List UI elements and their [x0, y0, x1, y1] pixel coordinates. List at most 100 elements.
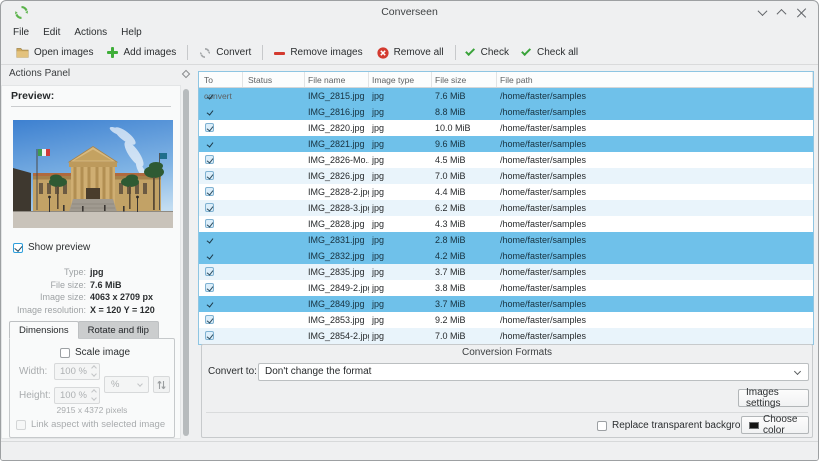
tab-rotate-and-flip[interactable]: Rotate and flip [78, 321, 159, 339]
image-type-cell: jpg [369, 280, 432, 296]
table-row[interactable]: IMG_2828-3.jpgjpg6.2 MiB/home/faster/sam… [199, 200, 813, 216]
file-size-cell: 10.0 MiB [432, 120, 497, 136]
unit-combobox[interactable]: % [104, 376, 149, 393]
convert-to-combobox[interactable]: Don't change the format [258, 363, 809, 381]
to-convert-cell [199, 280, 243, 296]
row-checkbox[interactable] [205, 299, 214, 308]
row-checkbox[interactable] [205, 123, 214, 132]
table-row[interactable]: IMG_2849-2.jpgjpg3.8 MiB/home/faster/sam… [199, 280, 813, 296]
remove-images-button[interactable]: Remove images [267, 44, 369, 61]
row-checkbox[interactable] [205, 283, 214, 292]
menu-actions[interactable]: Actions [67, 25, 114, 40]
row-checkbox[interactable] [205, 267, 214, 276]
image-type-cell: jpg [369, 152, 432, 168]
table-row[interactable]: IMG_2849.jpgjpg3.7 MiB/home/faster/sampl… [199, 296, 813, 312]
column-header[interactable]: File path [497, 72, 813, 87]
table-row[interactable]: IMG_2826.jpgjpg7.0 MiB/home/faster/sampl… [199, 168, 813, 184]
table-row[interactable]: IMG_2853.jpgjpg9.2 MiB/home/faster/sampl… [199, 312, 813, 328]
window-title: Converseen [1, 6, 818, 18]
column-header[interactable]: Image type [369, 72, 432, 87]
image-type-cell: jpg [369, 216, 432, 232]
tab-dimensions[interactable]: Dimensions [9, 321, 79, 339]
row-checkbox[interactable] [205, 219, 214, 228]
menu-edit[interactable]: Edit [36, 25, 67, 40]
width-label: Width: [19, 366, 47, 377]
status-cell [243, 184, 305, 200]
check-icon [521, 46, 531, 56]
image-type-cell: jpg [369, 264, 432, 280]
show-preview-checkbox[interactable]: Show preview [13, 242, 90, 253]
row-checkbox[interactable] [205, 235, 214, 244]
column-header[interactable]: File name [305, 72, 369, 87]
status-cell [243, 312, 305, 328]
preview-divider [11, 106, 171, 107]
row-checkbox[interactable] [205, 91, 214, 100]
image-type-cell: jpg [369, 232, 432, 248]
table-row[interactable]: IMG_2831.jpgjpg2.8 MiB/home/faster/sampl… [199, 232, 813, 248]
window-controls [759, 1, 806, 24]
file-path-cell: /home/faster/samples [497, 152, 813, 168]
table-row[interactable]: IMG_2815.jpgjpg7.6 MiB/home/faster/sampl… [199, 88, 813, 104]
file-name-cell: IMG_2816.jpg [305, 104, 369, 120]
table-row[interactable]: IMG_2821.jpgjpg9.6 MiB/home/faster/sampl… [199, 136, 813, 152]
choose-color-button[interactable]: Choose color [741, 416, 809, 434]
toolbar-separator [262, 45, 263, 60]
minimize-icon[interactable] [758, 6, 768, 16]
row-checkbox[interactable] [205, 139, 214, 148]
actions-panel: Actions Panel Preview: [1, 65, 197, 440]
row-checkbox[interactable] [205, 171, 214, 180]
row-checkbox[interactable] [205, 155, 214, 164]
plus-icon [107, 47, 118, 58]
file-name-cell: IMG_2820.jpg [305, 120, 369, 136]
table-row[interactable]: IMG_2832.jpgjpg4.2 MiB/home/faster/sampl… [199, 248, 813, 264]
dock-scrollbar[interactable] [183, 89, 189, 436]
spinner-arrows-icon[interactable] [92, 366, 96, 376]
file-size-cell: 9.2 MiB [432, 312, 497, 328]
file-name-cell: IMG_2821.jpg [305, 136, 369, 152]
table-row[interactable]: IMG_2854-2.jpgjpg7.0 MiB/home/faster/sam… [199, 328, 813, 344]
column-header[interactable]: File size [432, 72, 497, 87]
table-row[interactable]: IMG_2828.jpgjpg4.3 MiB/home/faster/sampl… [199, 216, 813, 232]
table-row[interactable]: IMG_2835.jpgjpg3.7 MiB/home/faster/sampl… [199, 264, 813, 280]
column-header[interactable]: Status [243, 72, 305, 87]
dock-float-icon[interactable] [182, 70, 190, 78]
row-checkbox[interactable] [205, 315, 214, 324]
add-images-button[interactable]: Add images [100, 44, 183, 61]
remove-all-button[interactable]: Remove all [370, 44, 451, 62]
convert-button[interactable]: Convert [192, 44, 258, 62]
replace-background-checkbox[interactable]: Replace transparent background [597, 420, 757, 431]
close-icon[interactable] [797, 8, 806, 17]
check-button[interactable]: Check [460, 44, 516, 61]
images-settings-button[interactable]: Images settings [738, 389, 809, 407]
row-checkbox[interactable] [205, 203, 214, 212]
row-checkbox[interactable] [205, 331, 214, 340]
preview-heading: Preview: [11, 90, 54, 102]
table-row[interactable]: IMG_2816.jpgjpg8.8 MiB/home/faster/sampl… [199, 104, 813, 120]
checkbox-icon [60, 348, 70, 358]
file-path-cell: /home/faster/samples [497, 216, 813, 232]
table-row[interactable]: IMG_2826-Mo...jpg4.5 MiB/home/faster/sam… [199, 152, 813, 168]
check-all-button[interactable]: Check all [516, 44, 585, 61]
height-spinner[interactable]: 100 % [54, 387, 100, 404]
table-row[interactable]: IMG_2820.jpgjpg10.0 MiB/home/faster/samp… [199, 120, 813, 136]
to-convert-cell [199, 216, 243, 232]
link-aspect-checkbox[interactable]: Link aspect with selected image [16, 419, 165, 430]
row-checkbox[interactable] [205, 251, 214, 260]
reset-dimensions-button[interactable] [153, 376, 170, 393]
row-checkbox[interactable] [205, 107, 214, 116]
row-checkbox[interactable] [205, 187, 214, 196]
scale-image-checkbox[interactable]: Scale image [60, 347, 130, 358]
conversion-formats-title: Conversion Formats [202, 347, 812, 358]
file-name-cell: IMG_2826.jpg [305, 168, 369, 184]
open-images-button[interactable]: Open images [9, 44, 100, 61]
menu-help[interactable]: Help [114, 25, 149, 40]
column-header[interactable]: To convert [199, 72, 243, 87]
spinner-arrows-icon[interactable] [92, 390, 96, 400]
width-spinner[interactable]: 100 % [54, 363, 100, 380]
image-type-cell: jpg [369, 88, 432, 104]
menu-file[interactable]: File [6, 25, 36, 40]
table-row[interactable]: IMG_2828-2.jpgjpg4.4 MiB/home/faster/sam… [199, 184, 813, 200]
image-type-cell: jpg [369, 120, 432, 136]
info-value: 4063 x 2709 px [90, 291, 153, 304]
maximize-icon[interactable] [777, 9, 787, 19]
